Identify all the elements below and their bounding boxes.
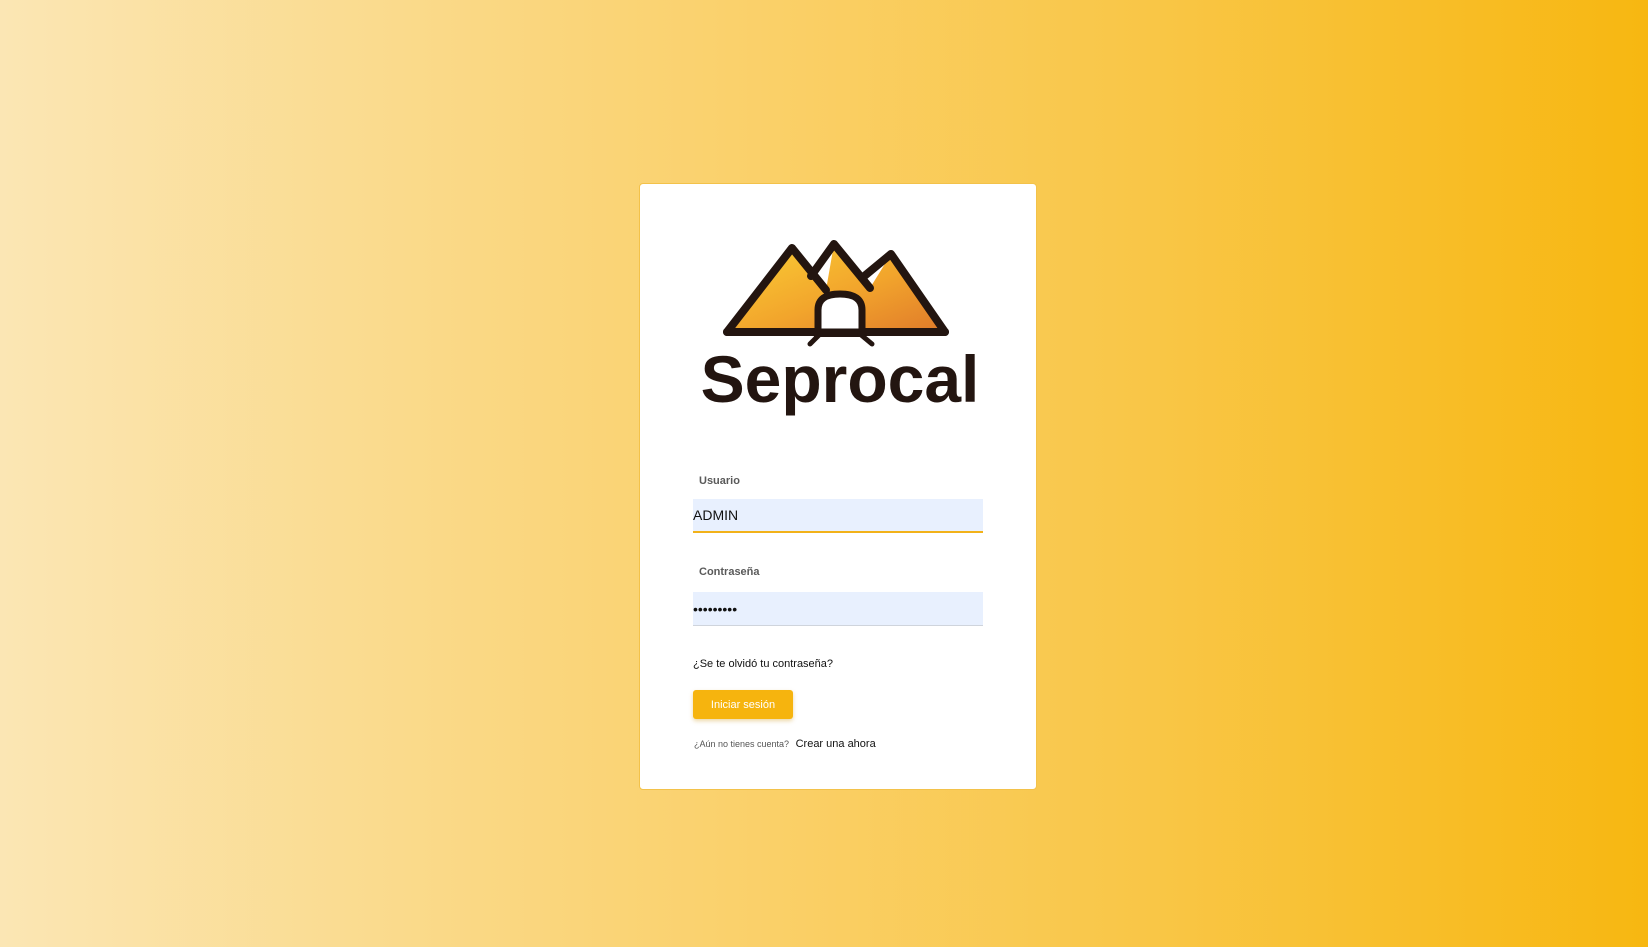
forgot-password-link[interactable]: ¿Se te olvidó tu contraseña? <box>693 658 833 670</box>
login-button[interactable]: Iniciar sesión <box>693 690 793 719</box>
brand-name: Seprocal <box>701 342 980 416</box>
login-card: Seprocal Usuario Contraseña ¿Se te olvid… <box>639 183 1037 790</box>
tunnel-train-icon <box>807 290 875 347</box>
signup-row: ¿Aún no tienes cuenta? Crear una ahora <box>694 738 876 750</box>
password-label: Contraseña <box>699 566 760 578</box>
seprocal-logo: Seprocal <box>701 240 980 416</box>
username-label: Usuario <box>699 475 740 487</box>
signup-link[interactable]: Crear una ahora <box>796 738 876 750</box>
username-input[interactable] <box>693 499 983 533</box>
no-account-text: ¿Aún no tienes cuenta? <box>694 739 790 749</box>
password-input[interactable] <box>693 592 983 626</box>
